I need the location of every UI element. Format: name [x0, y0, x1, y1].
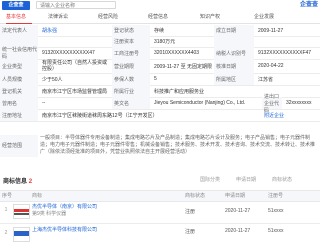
label-legal-rep: 法定代表人: [0, 25, 38, 36]
tab-legal[interactable]: 法律诉讼: [48, 11, 74, 23]
label-english-name: 英文名: [112, 97, 150, 109]
search-input[interactable]: 请输入企业名称: [36, 1, 116, 9]
site-logo[interactable]: 企查查: [2, 1, 30, 10]
label-term: 营业期限: [112, 59, 150, 73]
founded-value: 2009-11-27: [258, 27, 284, 34]
status-value: 存续: [154, 28, 165, 34]
business-scope-text: 一般项目：半导体器件专用设备制造；集成电路芯片及产品制造；集成电路芯片设计及服务…: [40, 135, 316, 155]
label-credit-code: 统一社会信用代码: [0, 47, 38, 60]
tab-ip[interactable]: 知识产权: [200, 11, 226, 23]
trademark-status: 注册: [185, 209, 196, 215]
section-title: 商标信息 2: [3, 176, 32, 185]
filter-class[interactable]: 国际分类: [200, 176, 220, 183]
nearby-companies-link[interactable]: 附近企业: [262, 109, 302, 121]
filter-status[interactable]: 商标状态: [272, 176, 292, 183]
top-bar: 企查查 请输入企业名称 企查查: [0, 0, 320, 11]
blank-value: [40, 36, 110, 47]
row-number: 2: [4, 230, 8, 236]
list-item[interactable]: 1 杰优半导体（南京）有限公司 第9类 科学仪器 注册 2020-11-27 5…: [0, 200, 320, 224]
label-approve-date: 核准日期: [214, 59, 254, 73]
region-value: 江苏省: [258, 76, 274, 83]
list-item[interactable]: 2 上海杰优半导体科技有限公司 注册 2020-11-27 51xxxx: [0, 223, 320, 242]
term-value: 2009-11-27 至 无固定期限: [154, 63, 212, 70]
info-row: 企业类型 有限责任公司（自然人投资或控股） 营业期限 2009-11-27 至 …: [0, 59, 320, 74]
trademark-reg-no: 51xxxx: [268, 228, 284, 234]
label-address: 注册地址: [0, 109, 38, 121]
thumbnail-stripe-dark: [14, 213, 29, 215]
filter-date[interactable]: 申请日期: [236, 176, 256, 183]
tab-bar: 基本信息 法律诉讼 经营风险 经营信息 知识产权 企业发展: [0, 11, 320, 24]
capital-value: 3180万元: [154, 39, 176, 45]
label-import-code: 进出口企业代码: [262, 94, 282, 114]
brand-logo-right: 企查查: [299, 2, 318, 8]
label-staff-size: 人员规模: [0, 73, 38, 85]
trademark-title[interactable]: 上海杰优半导体科技有限公司: [32, 227, 117, 233]
reg-no-value: 32010XXXXXX4403: [154, 50, 200, 56]
trademark-subtitle: 第9类 科学仪器: [32, 211, 67, 217]
info-row: 注册地址 南京市江宁区秣陵街道秣周东路12号（江宁开发区） 附近企业: [0, 109, 320, 122]
label-region: 所属地区: [214, 73, 254, 85]
industry-value: 科技推广和应用服务业: [154, 88, 205, 95]
staff-size-value: 少于50人: [42, 76, 63, 83]
insured-value: 5: [154, 76, 157, 82]
trademark-date: 2020-11-27: [225, 228, 251, 234]
english-name-value: Jieyou Semiconductor (Nanjing) Co., Ltd.: [154, 100, 246, 106]
trademark-status: 注册: [185, 229, 196, 235]
label-insured: 参保人数: [112, 73, 150, 85]
label-founded: 成立日期: [214, 25, 254, 36]
trademark-date: 2020-11-27: [225, 208, 251, 214]
label-capital: 注册资本: [112, 36, 150, 47]
former-name-value: --: [42, 100, 46, 106]
trademark-thumbnail[interactable]: [13, 204, 30, 219]
tab-basic-info[interactable]: 基本信息: [6, 11, 32, 24]
trademark-reg-no: 51xxxx: [268, 208, 284, 214]
business-scope-label-text: 经营范围: [2, 143, 23, 149]
label-reg-no: 工商注册号: [112, 47, 150, 59]
address-value: 南京市江宁区秣陵街道秣周东路12号（江宁开发区）: [42, 112, 158, 119]
credit-code-value: 91320XXXXXXXXXX47: [42, 50, 95, 56]
tab-risk[interactable]: 经营风险: [98, 11, 124, 23]
label-business-scope: 经营范围: [0, 135, 38, 157]
approve-date-value: 2020-04-22: [258, 63, 284, 69]
label-industry: 所属行业: [112, 85, 150, 97]
thumbnail-band-blue: [14, 231, 29, 236]
label-empty: [214, 36, 254, 47]
label-company-type: 企业类型: [0, 59, 38, 73]
legal-rep-value[interactable]: 胡永强: [40, 25, 110, 36]
label-reg-authority: 登记机关: [0, 85, 38, 97]
section-title-text: 商标信息: [3, 179, 28, 185]
trademark-section-header: 商标信息 2 国际分类 申请日期 商标状态: [0, 175, 320, 185]
tab-operation[interactable]: 经营信息: [148, 11, 174, 23]
label-taxpayer: 纳税人识别号: [214, 47, 254, 59]
taxpayer-value: 9132XXXXXXXXXXF47: [258, 50, 312, 56]
section-count: 2: [28, 179, 33, 185]
import-code-value: 32xxxxxxxx: [286, 100, 312, 106]
company-type-value: 有限责任公司（自然人投资或控股）: [42, 60, 108, 72]
reg-authority-value: 南京市江宁区市场监督管理局: [42, 88, 108, 95]
label-status: 登记状态: [112, 25, 150, 36]
label-former-name: 曾用名: [0, 97, 38, 109]
tab-development[interactable]: 企业发展: [254, 11, 280, 23]
row-number: 1: [4, 207, 8, 213]
thumbnail-stripe-red: [14, 209, 29, 212]
